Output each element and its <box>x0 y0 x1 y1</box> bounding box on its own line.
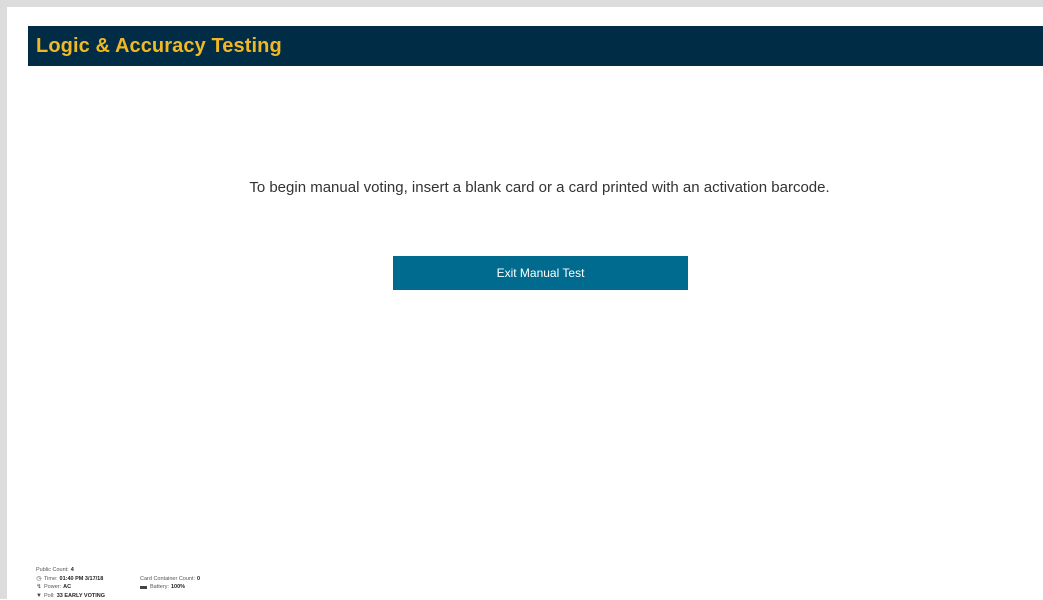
card-container-value: 0 <box>197 575 200 584</box>
power-row: ↯ Power: AC <box>36 583 105 592</box>
plug-icon: ↯ <box>36 583 42 592</box>
instruction-text: To begin manual voting, insert a blank c… <box>7 179 1043 196</box>
time-row: ◷ Time: 01:40 PM 3/17/18 <box>36 575 105 584</box>
public-count-row: Public Count: 4 <box>36 566 105 575</box>
page-title: Logic & Accuracy Testing <box>36 35 282 58</box>
battery-value: 100% <box>171 583 185 592</box>
exit-manual-test-button[interactable]: Exit Manual Test <box>393 256 688 290</box>
header-bar: Logic & Accuracy Testing <box>28 26 1043 66</box>
clock-icon: ◷ <box>36 575 42 584</box>
power-value: AC <box>63 583 71 592</box>
public-count-label: Public Count: <box>36 566 69 575</box>
power-label: Power: <box>44 583 61 592</box>
battery-icon <box>140 586 147 589</box>
card-container-label: Card Container Count: <box>140 575 195 584</box>
app-window: Logic & Accuracy Testing To begin manual… <box>0 0 1043 599</box>
card-container-row: Card Container Count: 0 <box>140 575 200 584</box>
battery-row: Battery: 100% <box>140 583 200 592</box>
battery-label: Battery: <box>150 583 169 592</box>
public-count-value: 4 <box>71 566 74 575</box>
time-label: Time: <box>44 575 58 584</box>
status-column-left: Public Count: 4 ◷ Time: 01:40 PM 3/17/18… <box>36 566 105 600</box>
time-value: 01:40 PM 3/17/18 <box>60 575 104 584</box>
status-column-right: Card Container Count: 0 Battery: 100% <box>140 575 200 592</box>
